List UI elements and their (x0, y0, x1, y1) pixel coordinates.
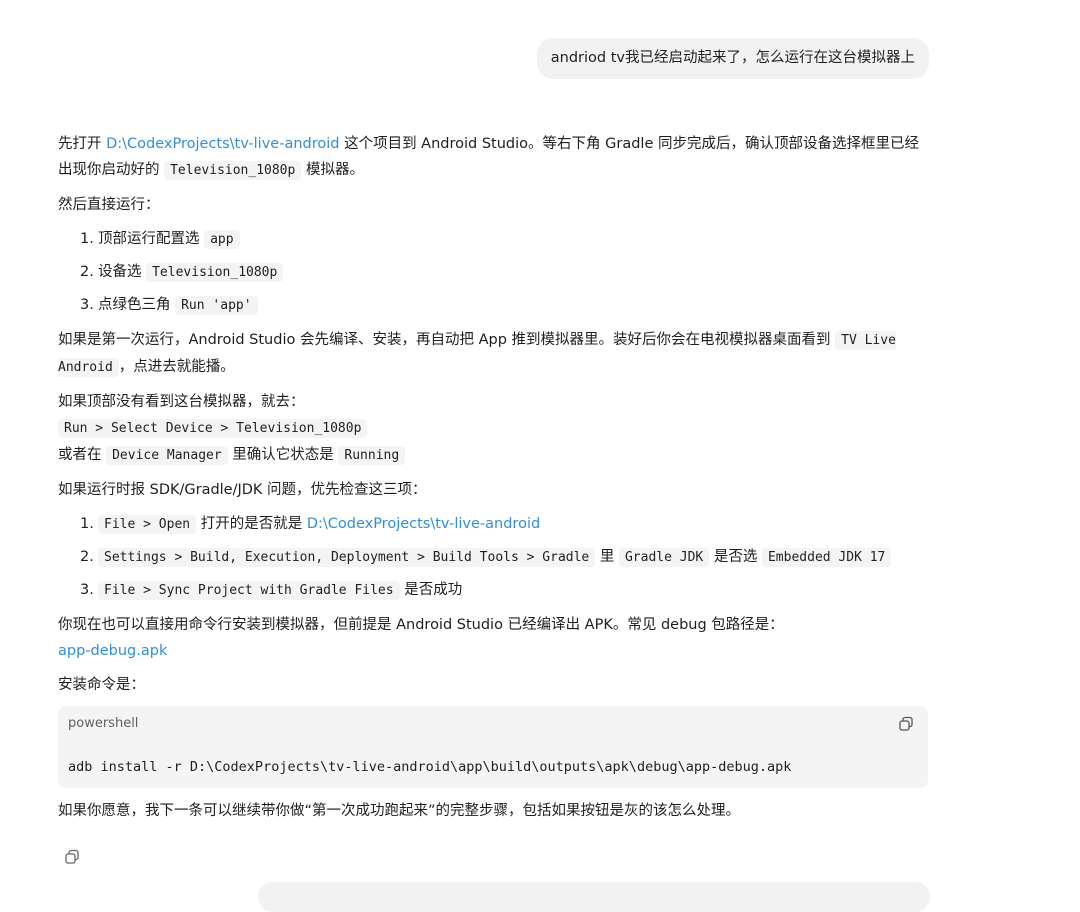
composer-input[interactable] (258, 882, 930, 912)
text: 或者在 (58, 447, 107, 463)
inline-code: Settings > Build, Execution, Deployment … (98, 548, 596, 567)
list-item: 3. 点绿色三角 Run 'app' (80, 292, 928, 319)
assistant-answer: 先打开 D:\CodexProjects\tv-live-android 这个项… (58, 131, 928, 832)
device-manager-code: Device Manager (106, 446, 228, 465)
answer-paragraph-4: 如果顶部没有看到这台模拟器，就去： (58, 394, 305, 410)
list-item: 1. 顶部运行配置选 app (80, 226, 928, 253)
list-text: 是否选 (713, 549, 758, 565)
run-steps-list: 1. 顶部运行配置选 app 2. 设备选 Television_1080p 3. 点… (58, 226, 928, 319)
inline-code: Gradle JDK (618, 548, 710, 567)
menu-path-code: Run > Select Device > Television_1080p (58, 419, 368, 438)
text: 如果是第一次运行，Android Studio 会先编译、安装，再自动把 App… (58, 332, 836, 348)
project-path-link[interactable]: D:\CodexProjects\tv-live-android (307, 516, 540, 532)
list-text: 设备选 (98, 264, 142, 280)
list-text: 是否成功 (404, 582, 463, 598)
checks-list: 1. File > Open 打开的是否就是 D:\CodexProjects\t… (58, 511, 928, 604)
text: 先打开 (58, 136, 107, 152)
answer-paragraph-9: 如果你愿意，我下一条可以继续带你做“第一次成功跑起来”的完整步骤，包括如果按钮是… (58, 803, 741, 819)
project-path-link[interactable]: D:\CodexProjects\tv-live-android (106, 136, 339, 152)
answer-paragraph-1: 先打开 D:\CodexProjects\tv-live-android 这个项… (58, 131, 928, 184)
copy-icon[interactable] (898, 716, 914, 732)
list-number: 1. (80, 516, 94, 532)
list-item: 3. File > Sync Project with Gradle Files … (80, 577, 928, 604)
list-number: 2. (80, 549, 94, 565)
answer-paragraph-5: 或者在 Device Manager 里确认它状态是 Running (58, 442, 928, 469)
answer-paragraph-2: 然后直接运行： (58, 197, 160, 213)
list-item: 2. 设备选 Television_1080p (80, 259, 928, 286)
code-block: powershell adb install -r D:\CodexProjec… (58, 706, 928, 788)
list-text: 顶部运行配置选 (98, 231, 200, 247)
text: 模拟器。 (301, 162, 364, 178)
answer-paragraph-8: 安装命令是： (58, 677, 145, 693)
code-command: adb install -r D:\CodexProjects\tv-live-… (68, 759, 792, 775)
user-message-bubble: andriod tv我已经启动起来了，怎么运行在这台模拟器上 (536, 38, 929, 79)
device-name-code: Television_1080p (164, 161, 302, 180)
code-language-label: powershell (68, 716, 139, 731)
answer-paragraph-7: 你现在也可以直接用命令行安装到模拟器，但前提是 Android Studio 已… (58, 617, 784, 633)
inline-code: File > Sync Project with Gradle Files (98, 581, 400, 600)
list-number: 2. (80, 264, 94, 280)
answer-paragraph-3: 如果是第一次运行，Android Studio 会先编译、安装，再自动把 App… (58, 327, 928, 381)
answer-paragraph-6: 如果运行时报 SDK/Gradle/JDK 问题，优先检查这三项： (58, 482, 427, 498)
list-text: 里 (599, 549, 615, 565)
list-item: 1. File > Open 打开的是否就是 D:\CodexProjects\t… (80, 511, 928, 538)
user-message-text: andriod tv我已经启动起来了，怎么运行在这台模拟器上 (550, 50, 915, 66)
inline-code: Embedded JDK 17 (761, 548, 892, 567)
list-item: 2. Settings > Build, Execution, Deploymen… (80, 544, 928, 571)
list-number: 1. (80, 231, 94, 247)
inline-code: Television_1080p (146, 263, 284, 282)
inline-code: Run 'app' (175, 296, 258, 315)
running-code: Running (338, 446, 406, 465)
apk-path-line: app-debug.apk (58, 638, 928, 664)
list-text: 点绿色三角 (98, 297, 171, 313)
list-number: 3. (80, 297, 94, 313)
text: 里确认它状态是 (227, 447, 339, 463)
text: ，点进去就能播。 (118, 359, 235, 375)
copy-icon[interactable] (64, 849, 80, 865)
inline-code: File > Open (98, 515, 197, 534)
apk-link[interactable]: app-debug.apk (58, 643, 167, 659)
inline-code: app (204, 230, 240, 249)
menu-path-line: Run > Select Device > Television_1080p (58, 415, 928, 442)
list-text: 打开的是否就是 (200, 516, 303, 532)
list-number: 3. (80, 582, 94, 598)
